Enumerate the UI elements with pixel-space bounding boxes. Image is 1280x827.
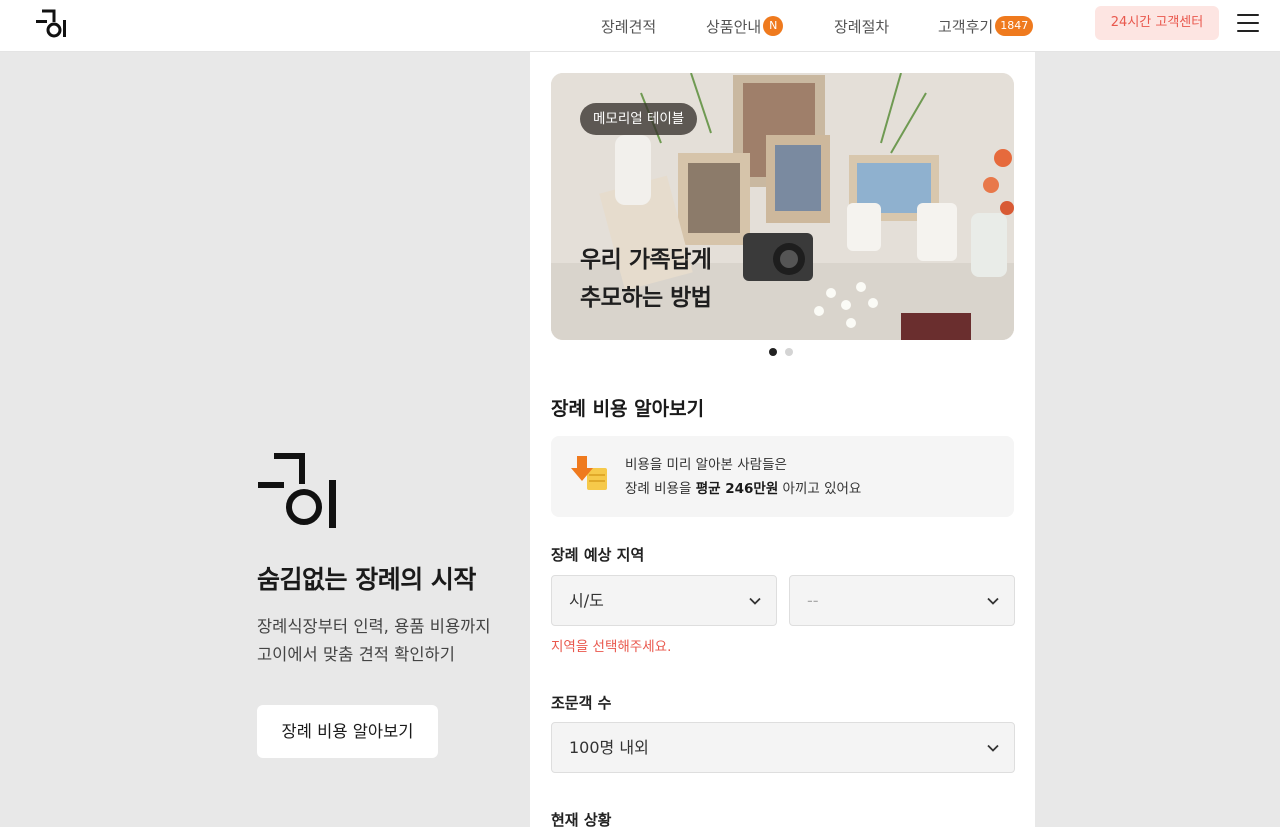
carousel-pagination [769, 348, 793, 356]
review-count-badge: 1847 [995, 16, 1034, 36]
guests-select[interactable]: 100명 내외 [551, 722, 1015, 773]
hero-subtitle: 장례식장부터 인력, 용품 비용까지 고이에서 맞춤 견적 확인하기 [257, 617, 491, 664]
new-badge: N [763, 16, 784, 36]
section-title: 장례 비용 알아보기 [551, 398, 705, 420]
memorial-banner[interactable]: 메모리얼 테이블 우리 가족답게 추모하는 방법 [551, 73, 1014, 340]
district-select[interactable]: -- [789, 575, 1015, 626]
chevron-down-icon [987, 597, 999, 605]
banner-tag: 메모리얼 테이블 [580, 103, 698, 135]
goi-logo-large [258, 453, 336, 528]
carousel-dot-2[interactable] [785, 348, 793, 356]
check-cost-button[interactable]: 장례 비용 알아보기 [257, 705, 438, 758]
nav-item-products[interactable]: 상품안내 N [706, 0, 784, 52]
hero-title: 숨김없는 장례의 시작 [257, 565, 476, 594]
average-savings-amount: 평균 246만원 [695, 481, 779, 497]
region-label: 장례 예상 지역 [551, 546, 645, 564]
status-label: 현재 상황 [551, 811, 612, 827]
customer-center-button[interactable]: 24시간 고객센터 [1095, 6, 1219, 40]
nav-item-estimate[interactable]: 장례견적 [601, 0, 656, 52]
banner-headline: 우리 가족답게 추모하는 방법 [580, 247, 712, 311]
savings-icon [571, 456, 607, 490]
estimate-panel: 메모리얼 테이블 우리 가족답게 추모하는 방법 장례 비용 알아보기 비용을 … [530, 52, 1035, 827]
chevron-down-icon [987, 744, 999, 752]
hamburger-menu-icon[interactable] [1237, 14, 1259, 32]
region-error-message: 지역을 선택해주세요. [551, 639, 672, 655]
top-header: 장례견적 상품안내 N 장례절차 고객후기 1847 24시간 고객센터 [0, 0, 1280, 52]
carousel-dot-1[interactable] [769, 348, 777, 356]
nav-item-procedure[interactable]: 장례절차 [834, 0, 889, 52]
savings-info-box: 비용을 미리 알아본 사람들은 장례 비용을 평균 246만원 아끼고 있어요 [551, 436, 1014, 517]
province-select[interactable]: 시/도 [551, 575, 777, 626]
guests-label: 조문객 수 [551, 694, 612, 712]
savings-info-text: 비용을 미리 알아본 사람들은 장례 비용을 평균 246만원 아끼고 있어요 [625, 457, 862, 497]
goi-logo[interactable] [34, 8, 70, 40]
nav-item-reviews[interactable]: 고객후기 1847 [938, 0, 1034, 52]
chevron-down-icon [749, 597, 761, 605]
